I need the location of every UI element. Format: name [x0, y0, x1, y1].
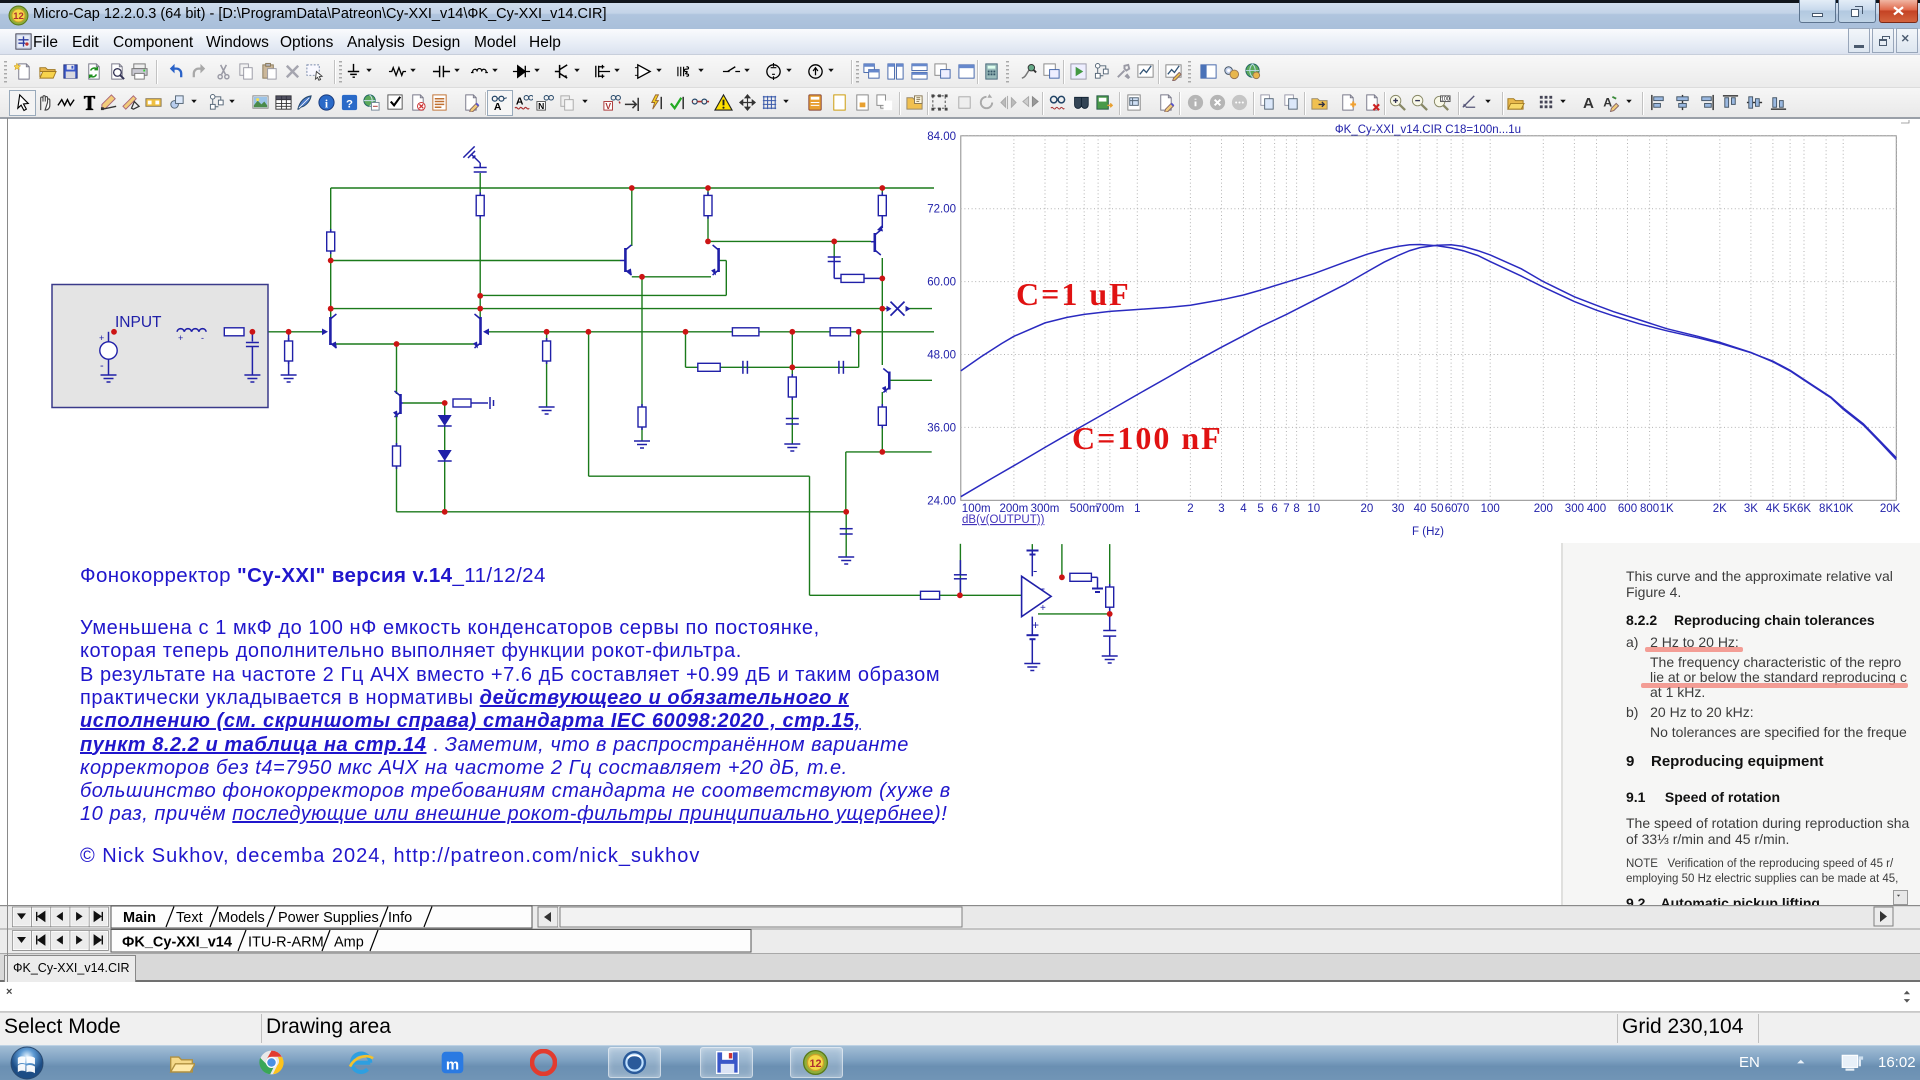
svg-text:1K: 1K — [1660, 503, 1674, 515]
svg-text:8K: 8K — [1819, 503, 1833, 515]
svg-text:Amp: Amp — [334, 935, 364, 951]
svg-text:+: + — [178, 333, 183, 343]
svg-text:10K: 10K — [1833, 503, 1854, 515]
svg-text:+: + — [1032, 618, 1039, 632]
svg-text:INPUT: INPUT — [115, 314, 162, 331]
svg-text:30: 30 — [1392, 503, 1405, 515]
svg-text:4: 4 — [1240, 503, 1247, 515]
svg-text:Power Supplies: Power Supplies — [278, 910, 379, 926]
svg-text:-: - — [1033, 563, 1037, 578]
svg-text:-: - — [201, 333, 204, 343]
svg-text:ITU-R-ARM: ITU-R-ARM — [248, 935, 324, 951]
svg-text:12: 12 — [809, 1058, 821, 1070]
svg-text:20: 20 — [1361, 503, 1374, 515]
svg-text:ФK_Cy-XXI_v14.CIR C18=100n...1: ФK_Cy-XXI_v14.CIR C18=100n...1u — [1335, 124, 1521, 136]
svg-text:2K: 2K — [1713, 503, 1727, 515]
svg-text:Info: Info — [388, 910, 412, 926]
svg-text:800: 800 — [1640, 503, 1659, 515]
svg-text:3: 3 — [1218, 503, 1224, 515]
svg-text:-: - — [1041, 581, 1045, 595]
svg-text:m: m — [446, 1057, 459, 1073]
svg-text:Main: Main — [123, 910, 156, 926]
svg-text:7: 7 — [1283, 503, 1289, 515]
svg-text:6K: 6K — [1797, 503, 1811, 515]
svg-text:F (Hz): F (Hz) — [1412, 526, 1444, 538]
svg-text:Models: Models — [218, 910, 265, 926]
svg-text:-: - — [100, 360, 104, 372]
svg-text:+: + — [1040, 603, 1046, 614]
svg-text:40: 40 — [1414, 503, 1427, 515]
svg-text:70: 70 — [1457, 503, 1470, 515]
svg-text:dB(v(OUTPUT)): dB(v(OUTPUT)) — [962, 514, 1045, 526]
svg-text:200: 200 — [1534, 503, 1553, 515]
svg-text:48.00: 48.00 — [927, 350, 956, 362]
svg-text:84.00: 84.00 — [927, 131, 956, 143]
svg-text:2: 2 — [1187, 503, 1193, 515]
svg-text:300: 300 — [1565, 503, 1584, 515]
svg-text:72.00: 72.00 — [927, 204, 956, 216]
svg-text:50: 50 — [1431, 503, 1444, 515]
svg-text:4K: 4K — [1766, 503, 1780, 515]
svg-text:5K: 5K — [1783, 503, 1797, 515]
svg-text:10: 10 — [1307, 503, 1320, 515]
svg-text:C=1 uF: C=1 uF — [1016, 276, 1131, 312]
svg-text:5: 5 — [1257, 503, 1263, 515]
svg-text:700m: 700m — [1096, 503, 1125, 515]
svg-text:1: 1 — [1134, 503, 1140, 515]
svg-text:20K: 20K — [1880, 503, 1901, 515]
svg-text:400: 400 — [1587, 503, 1606, 515]
svg-text:Text: Text — [176, 910, 203, 926]
svg-text:500m: 500m — [1070, 503, 1099, 515]
svg-text:ФK_Cy-XXI_v14: ФK_Cy-XXI_v14 — [122, 935, 232, 951]
svg-text:24.00: 24.00 — [927, 495, 956, 507]
svg-text:C=100 nF: C=100 nF — [1072, 420, 1223, 456]
svg-text:3K: 3K — [1744, 503, 1758, 515]
svg-text:60.00: 60.00 — [927, 277, 956, 289]
svg-text:100: 100 — [1481, 503, 1500, 515]
svg-text:+: + — [99, 333, 104, 343]
svg-text:6: 6 — [1271, 503, 1277, 515]
svg-text:600: 600 — [1618, 503, 1637, 515]
svg-text:36.00: 36.00 — [927, 422, 956, 434]
svg-text:8: 8 — [1293, 503, 1299, 515]
